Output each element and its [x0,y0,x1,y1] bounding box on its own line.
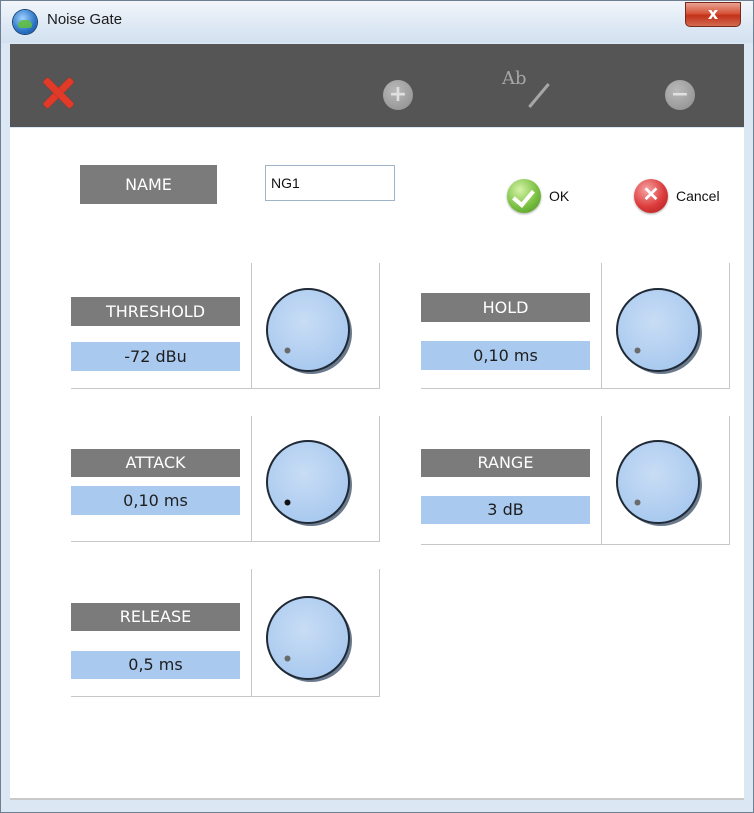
hold-control: HOLD 0,10 ms [421,263,730,389]
knob-graphic [266,440,352,526]
name-input[interactable] [265,165,395,201]
range-value: 3 dB [421,496,590,524]
range-control: RANGE 3 dB [421,416,730,545]
cancel-button[interactable]: ✕ Cancel [634,179,720,213]
main-panel: NAME OK ✕ Cancel THRESHOLD -72 dBu HOLD … [10,128,744,800]
window-title: Noise Gate [47,11,123,28]
control-divider [251,263,252,388]
hold-value: 0,10 ms [421,341,590,370]
release-control: RELEASE 0,5 ms [71,569,380,697]
knob-indicator [634,499,641,506]
control-divider [251,569,252,696]
knob-indicator [284,655,291,662]
hold-knob[interactable] [614,286,704,376]
range-knob[interactable] [614,438,704,528]
knob-graphic [616,288,702,374]
range-label: RANGE [421,449,590,477]
attack-value: 0,10 ms [71,486,240,515]
noise-gate-window: Noise Gate x + Ab − NAME OK ✕ Cancel THR… [0,0,754,813]
title-bar: Noise Gate x [1,1,753,43]
window-close-button[interactable]: x [685,2,741,27]
control-divider [601,416,602,544]
knob-graphic [266,288,352,374]
release-value: 0,5 ms [71,651,240,679]
knob-indicator [634,347,641,354]
knob-body [616,288,700,372]
toolbar: + Ab − [10,44,744,127]
ok-button-label: OK [549,188,570,204]
threshold-control: THRESHOLD -72 dBu [71,263,380,389]
knob-body [616,440,700,524]
knob-indicator [284,499,291,506]
control-divider [251,416,252,541]
remove-icon[interactable]: − [665,80,695,110]
add-icon[interactable]: + [383,80,413,110]
cancel-x-icon: ✕ [634,179,668,213]
knob-graphic [616,440,702,526]
knob-body [266,440,350,524]
control-divider [601,263,602,388]
attack-control: ATTACK 0,10 ms [71,416,380,542]
pen-stroke-icon [528,83,550,108]
release-knob[interactable] [264,594,354,684]
attack-knob[interactable] [264,438,354,528]
threshold-value: -72 dBu [71,342,240,371]
knob-body [266,288,350,372]
threshold-knob[interactable] [264,286,354,376]
cancel-button-label: Cancel [676,188,720,204]
app-globe-icon [13,10,37,34]
hold-label: HOLD [421,293,590,322]
knob-graphic [266,596,352,682]
knob-body [266,596,350,680]
name-label: NAME [80,165,217,204]
threshold-label: THRESHOLD [71,297,240,326]
release-label: RELEASE [71,603,240,631]
delete-icon[interactable] [40,76,74,110]
rename-icon[interactable]: Ab [502,68,558,108]
ok-check-icon [507,179,541,213]
attack-label: ATTACK [71,449,240,477]
rename-glyph: Ab [502,68,527,89]
knob-indicator [284,347,291,354]
ok-button[interactable]: OK [507,179,569,213]
